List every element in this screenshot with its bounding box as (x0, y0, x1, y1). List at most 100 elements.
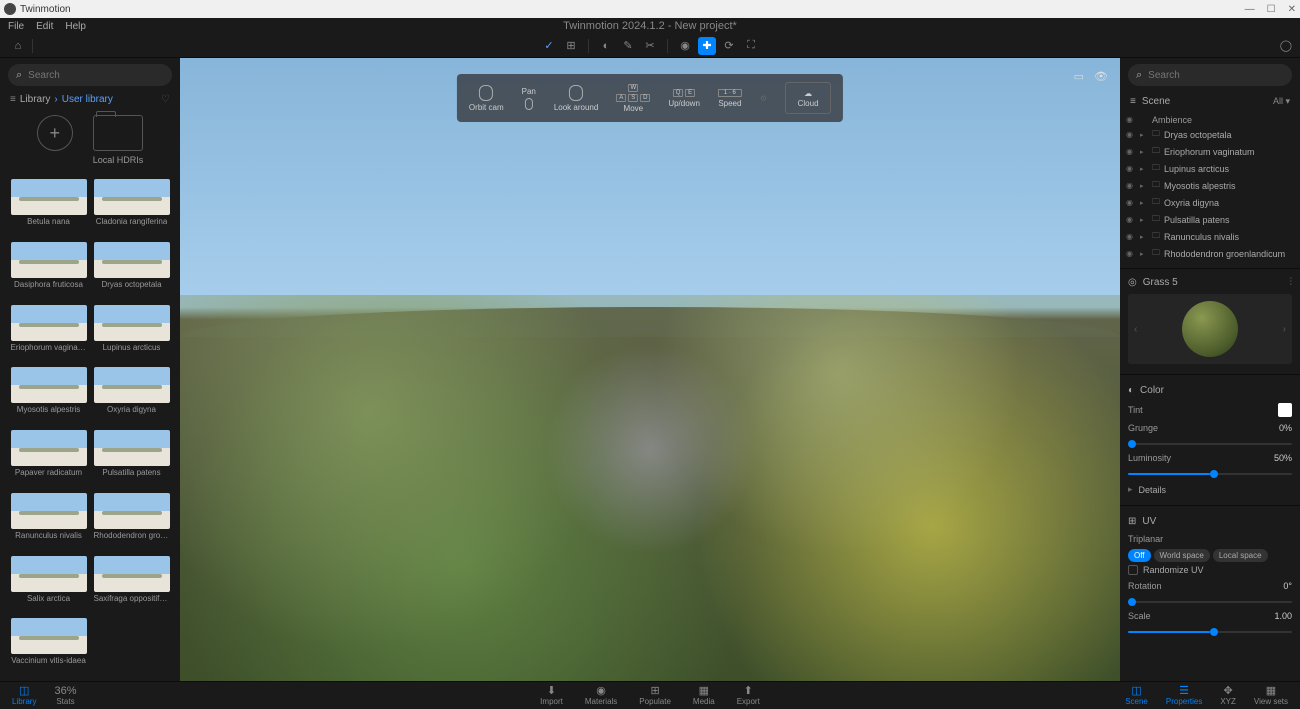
bottom-bar: ◫Library 36%Stats ⬇Import ◉Materials ⊞Po… (0, 681, 1300, 709)
bottom-properties[interactable]: ☰Properties (1166, 686, 1202, 706)
material-menu-icon[interactable]: ⫶ (1290, 277, 1293, 288)
asset-item[interactable]: Papaver radicatum (10, 430, 87, 487)
asset-item[interactable]: Myosotis alpestris (10, 367, 87, 424)
grid-icon[interactable]: ⊞ (562, 37, 580, 55)
asset-thumbnail (11, 430, 87, 466)
validate-icon[interactable]: ✓ (540, 37, 558, 55)
maximize-button[interactable]: ☐ (1267, 4, 1276, 15)
folder-label: Local HDRIs (93, 155, 144, 165)
refresh-icon[interactable]: ⟳ (720, 37, 738, 55)
luminosity-slider[interactable] (1128, 468, 1292, 480)
visibility-icon[interactable]: 👁 (1094, 70, 1108, 83)
folder-icon (93, 115, 143, 151)
expand-icon[interactable]: ⛶ (742, 37, 760, 55)
tint-color-swatch[interactable] (1278, 403, 1292, 417)
asset-item[interactable]: Ranunculus nivalis (10, 493, 87, 550)
details-toggle[interactable]: ▸Details (1128, 480, 1292, 499)
scale-slider[interactable] (1128, 626, 1292, 638)
nav-move: W ASD Move (616, 84, 650, 113)
breadcrumb-root[interactable]: Library (20, 94, 51, 105)
pill-off[interactable]: Off (1128, 549, 1151, 562)
close-button[interactable]: ✕ (1288, 4, 1296, 15)
favorite-icon[interactable]: ♡ (161, 94, 170, 105)
asset-item[interactable]: Lupinus arcticus (93, 305, 170, 362)
tool-3-icon[interactable]: ✂ (641, 37, 659, 55)
outliner-ambience[interactable]: ◉ Ambience (1126, 113, 1294, 126)
user-icon[interactable]: ◯ (1280, 39, 1292, 52)
visibility-toggle[interactable]: ◉ (1126, 147, 1136, 156)
asset-item[interactable]: Dryas octopetala (93, 242, 170, 299)
bottom-export[interactable]: ⬆Export (737, 686, 760, 706)
visibility-toggle[interactable]: ◉ (1126, 215, 1136, 224)
minimize-button[interactable]: — (1245, 4, 1255, 15)
randomize-uv-row[interactable]: Randomize UV (1128, 562, 1292, 578)
outliner-item[interactable]: ◉▸🗀Myosotis alpestris (1126, 177, 1294, 194)
asset-item[interactable]: Dasiphora fruticosa (10, 242, 87, 299)
bottom-populate[interactable]: ⊞Populate (639, 686, 671, 706)
menu-help[interactable]: Help (65, 21, 86, 32)
bottom-scene[interactable]: ◫Scene (1125, 686, 1148, 706)
bottom-viewsets[interactable]: ▦View sets (1254, 686, 1288, 706)
visibility-toggle[interactable]: ◉ (1126, 130, 1136, 139)
rotation-slider[interactable] (1128, 596, 1292, 608)
outliner-item[interactable]: ◉▸🗀Saxifraga oppositifolia (1126, 262, 1294, 266)
window-titlebar: Twinmotion — ☐ ✕ (0, 0, 1300, 18)
outliner-item[interactable]: ◉▸🗀Ranunculus nivalis (1126, 228, 1294, 245)
viewport[interactable]: Orbit cam Pan Look around W ASD Move QE … (180, 58, 1120, 681)
tool-1-icon[interactable]: ◐ (597, 37, 615, 55)
local-hdris-folder[interactable]: Local HDRIs (93, 115, 144, 165)
library-search[interactable]: ⌕ (8, 64, 172, 86)
menu-edit[interactable]: Edit (36, 21, 53, 32)
asset-item[interactable]: Eriophorum vaginatum (10, 305, 87, 362)
outliner-item[interactable]: ◉▸🗀Lupinus arcticus (1126, 160, 1294, 177)
outliner-item[interactable]: ◉▸🗀Oxyria digyna (1126, 194, 1294, 211)
pill-local[interactable]: Local space (1213, 549, 1268, 562)
asset-item[interactable]: Oxyria digyna (93, 367, 170, 424)
bottom-xyz[interactable]: ✥XYZ (1220, 686, 1236, 706)
tool-2-icon[interactable]: ✎ (619, 37, 637, 55)
next-material-button[interactable]: › (1283, 324, 1286, 335)
viewport-layout-icon[interactable]: ▭ (1074, 70, 1084, 83)
color-section-header[interactable]: ◐ Color (1128, 381, 1292, 400)
asset-label: Salix arctica (27, 594, 70, 603)
asset-item[interactable]: Salix arctica (10, 556, 87, 613)
scene-filter-all[interactable]: All ▾ (1273, 96, 1290, 107)
add-asset-button[interactable]: + (37, 115, 73, 165)
grunge-slider[interactable] (1128, 438, 1292, 450)
bottom-import[interactable]: ⬇Import (540, 686, 563, 706)
visibility-toggle[interactable]: ◉ (1126, 164, 1136, 173)
uv-section-header[interactable]: ⊞ UV (1128, 512, 1292, 531)
add-button[interactable]: ✚ (698, 37, 716, 55)
breadcrumb-current[interactable]: User library (62, 94, 113, 105)
menu-file[interactable]: File (8, 21, 24, 32)
outliner-item[interactable]: ◉▸🗀Eriophorum vaginatum (1126, 143, 1294, 160)
visibility-toggle[interactable]: ◉ (1126, 181, 1136, 190)
breadcrumb: ≡ Library › User library ♡ (0, 92, 180, 107)
asset-item[interactable]: Pulsatilla patens (93, 430, 170, 487)
cloud-button[interactable]: ☁ Cloud (785, 82, 831, 114)
bottom-media[interactable]: ▦Media (693, 686, 715, 706)
asset-thumbnail (94, 305, 170, 341)
bottom-stats[interactable]: 36%Stats (54, 686, 76, 706)
globe-icon[interactable]: ◉ (676, 37, 694, 55)
scene-search[interactable]: ⌕ (1128, 64, 1292, 86)
outliner-item[interactable]: ◉▸🗀Rhododendron groenlandicum (1126, 245, 1294, 262)
outliner-item[interactable]: ◉▸🗀Dryas octopetala (1126, 126, 1294, 143)
bottom-materials[interactable]: ◉Materials (585, 686, 617, 706)
bottom-library[interactable]: ◫Library (12, 686, 36, 706)
asset-item[interactable]: Saxifraga oppositifolia (93, 556, 170, 613)
visibility-toggle[interactable]: ◉ (1126, 232, 1136, 241)
visibility-toggle[interactable]: ◉ (1126, 198, 1136, 207)
asset-item[interactable]: Betula nana (10, 179, 87, 236)
scene-search-input[interactable] (1148, 70, 1284, 81)
asset-item[interactable]: Cladonia rangiferina (93, 179, 170, 236)
prev-material-button[interactable]: ‹ (1134, 324, 1137, 335)
asset-label: Oxyria digyna (107, 405, 156, 414)
visibility-toggle[interactable]: ◉ (1126, 249, 1136, 258)
search-input[interactable] (28, 70, 164, 81)
outliner-item[interactable]: ◉▸🗀Pulsatilla patens (1126, 211, 1294, 228)
home-button[interactable]: ⌂ (8, 36, 28, 56)
pill-world[interactable]: World space (1154, 549, 1210, 562)
asset-item[interactable]: Rhododendron groenla... (93, 493, 170, 550)
asset-item[interactable]: Vaccinium vitis-idaea (10, 618, 87, 675)
